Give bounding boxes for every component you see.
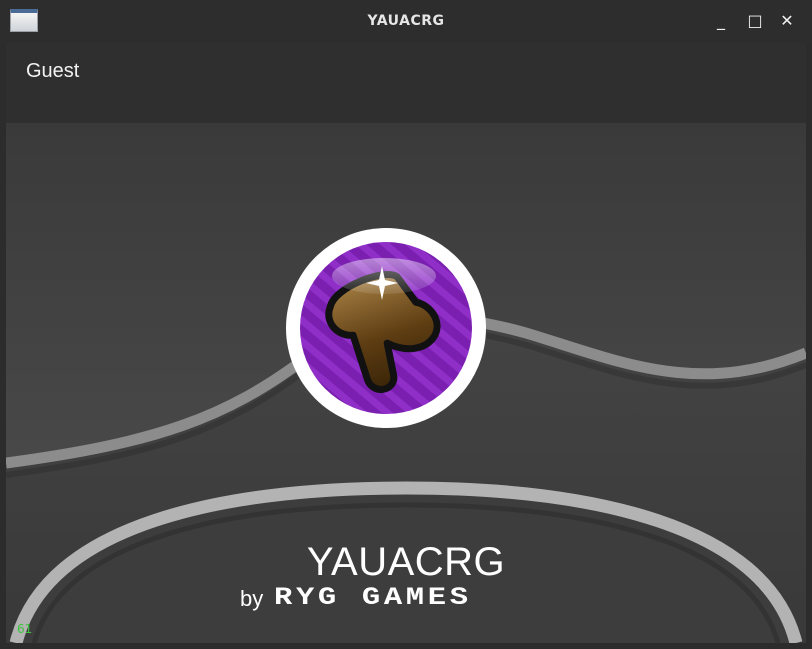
title-bar[interactable]: YAUACRG _ □ ✕ xyxy=(0,0,812,43)
window-title: YAUACRG xyxy=(367,13,445,29)
close-button[interactable]: ✕ xyxy=(777,11,797,31)
game-canvas[interactable]: Guest YAUACRG by RYG GAMES 61 xyxy=(6,43,806,643)
username-label[interactable]: Guest xyxy=(26,60,79,83)
maximize-button[interactable]: □ xyxy=(745,11,765,31)
game-title: YAUACRG xyxy=(306,540,506,584)
studio-name: RYG GAMES xyxy=(274,583,472,612)
user-bar: Guest xyxy=(6,43,806,123)
minimize-button[interactable]: _ xyxy=(711,11,731,31)
game-window: YAUACRG _ □ ✕ Guest YAUACRG by RYG GAMES… xyxy=(0,0,812,649)
fps-counter: 61 xyxy=(17,622,33,636)
by-label: by xyxy=(240,586,264,611)
pointer-hand-badge-icon[interactable] xyxy=(286,228,486,428)
